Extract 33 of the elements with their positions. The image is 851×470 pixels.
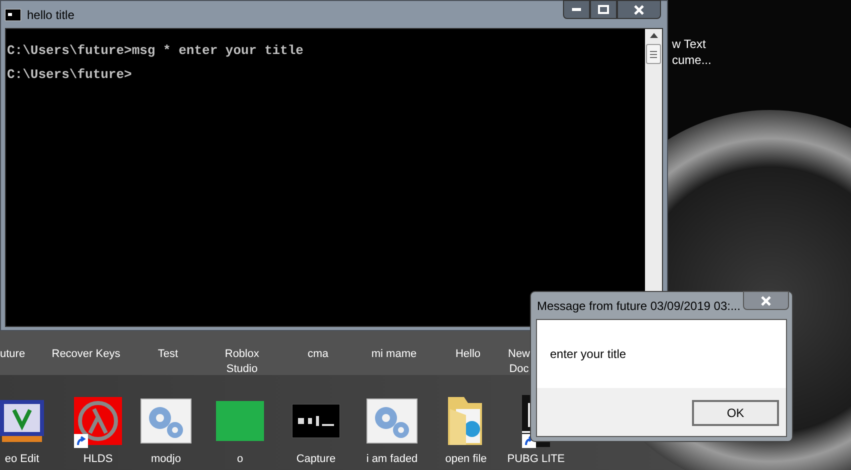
scroll-up-arrow-icon[interactable] [650, 33, 658, 38]
desktop-icon-label[interactable]: i am faded [366, 452, 418, 467]
dialog-title: Message from future 03/09/2019 03:... [536, 298, 740, 314]
desktop-icon-label[interactable]: uture [0, 347, 26, 362]
scrollbar-thumb[interactable] [646, 44, 661, 64]
maximize-button[interactable] [590, 0, 617, 19]
desktop-icon-label[interactable]: eo Edit [4, 452, 40, 467]
close-button[interactable] [743, 291, 789, 310]
close-button[interactable] [617, 0, 661, 19]
desktop-icon-label[interactable]: open file [445, 452, 487, 467]
console-line: C:\Users\future>msg * enter your title [7, 42, 304, 60]
desktop-icon-label[interactable]: mi mame [371, 347, 417, 362]
desktop-icon-label[interactable]: w Text cume... [672, 36, 712, 68]
close-icon [634, 4, 644, 14]
desktop-icon-label[interactable]: o [236, 452, 244, 467]
window-title: hello title [27, 6, 74, 24]
console-app-icon [5, 8, 21, 20]
desktop-icon-label[interactable]: Hello [455, 347, 481, 362]
desktop-icon-label[interactable]: Roblox Studio [224, 347, 260, 377]
minimize-button[interactable] [563, 0, 590, 19]
desktop-icon-label[interactable]: Test [158, 347, 178, 362]
desktop-icon-label[interactable]: Recover Keys [52, 347, 120, 362]
console-line: C:\Users\future> [7, 66, 133, 84]
desktop-icon-label[interactable]: PUBG LITE [507, 452, 565, 467]
desktop-icon-label[interactable]: New Doc [508, 347, 530, 377]
close-icon [761, 296, 771, 306]
ok-button[interactable]: OK [692, 400, 779, 426]
desktop-icon-label[interactable]: HLDS [83, 452, 113, 467]
desktop-icon-label[interactable]: Capture [296, 452, 336, 467]
desktop-icon-label[interactable]: cma [308, 347, 328, 362]
desktop-icon-label[interactable]: modjo [151, 452, 181, 467]
dialog-message: enter your title [550, 346, 626, 363]
lambda-icon [74, 397, 122, 445]
